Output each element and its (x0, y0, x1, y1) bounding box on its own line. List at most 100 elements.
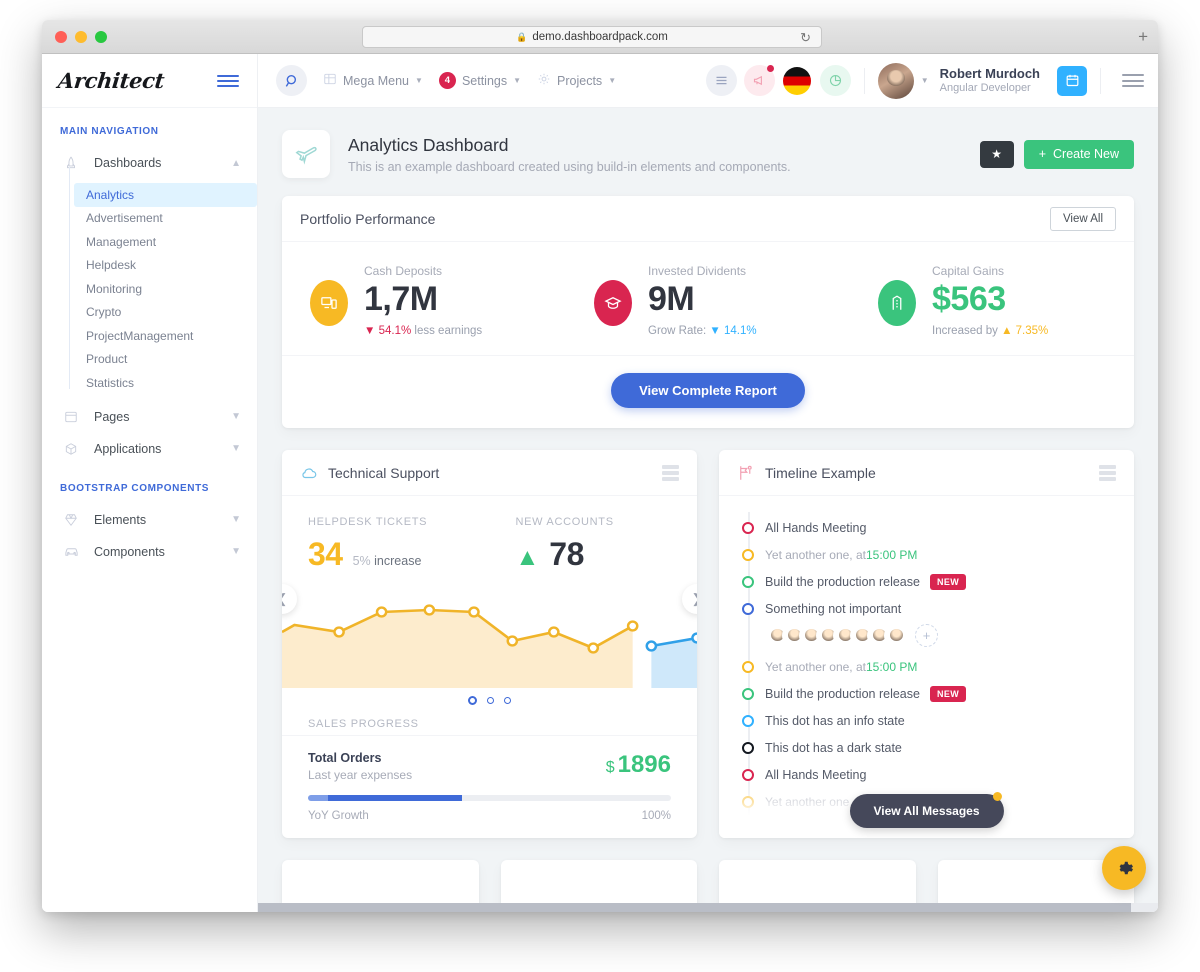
total-orders-footer: Total Orders Last year expenses $1896 Yo… (282, 735, 697, 838)
pie-chart-icon[interactable] (819, 65, 851, 96)
reload-icon[interactable]: ↻ (800, 30, 811, 46)
sidebar-item-analytics[interactable]: Analytics (74, 183, 257, 207)
sidebar-item-components[interactable]: Components ▼ (42, 536, 257, 568)
avatar[interactable] (877, 62, 914, 99)
timeline-text: This dot has an info state (765, 713, 905, 728)
sidebar-item-helpdesk[interactable]: Helpdesk (74, 254, 257, 278)
box-icon (64, 442, 86, 456)
sidebar-item-pages[interactable]: Pages ▼ (42, 401, 257, 433)
metric-value: 1,7M (364, 280, 438, 318)
diamond-icon (64, 513, 86, 527)
list-menu-icon[interactable] (662, 464, 679, 481)
sidebar-item-product[interactable]: Product (74, 348, 257, 372)
timeline-item[interactable]: All Hands Meeting (719, 514, 1134, 541)
search-icon[interactable] (276, 65, 307, 96)
progress-fill-dark (327, 795, 463, 802)
app-logo: Architect (56, 68, 166, 93)
sidebar-item-statistics[interactable]: Statistics (74, 371, 257, 395)
carousel-dot-2[interactable] (487, 697, 494, 705)
portfolio-performance-card: Portfolio Performance View All Cash Depo… (282, 196, 1134, 429)
plus-icon[interactable]: + (915, 624, 938, 648)
carousel-indicators[interactable] (282, 696, 697, 706)
timeline-title: Timeline Example (765, 464, 876, 481)
horizontal-scrollbar[interactable] (258, 903, 1158, 912)
create-new-label: Create New (1053, 147, 1119, 161)
sidebar-item-projectmanagement[interactable]: ProjectManagement (74, 324, 257, 348)
metric-label: Invested Dividents (648, 264, 747, 278)
gear-icon[interactable] (1102, 846, 1146, 890)
settings-menu-button[interactable]: 4 Settings ▼ (438, 72, 522, 89)
create-new-button[interactable]: + Create New (1023, 139, 1134, 169)
bottom-cards-row: $874 $1283 $1286 (258, 838, 1158, 912)
orders-title: Total Orders (308, 751, 382, 766)
avatar[interactable] (884, 624, 907, 648)
chevron-up-icon: ▲ (231, 157, 241, 169)
technical-support-body: ❮ ❯ HELPDESK TICKETS 34 5% incr (282, 496, 697, 735)
star-icon[interactable]: ★ (979, 140, 1014, 168)
metric-foot: Grow Rate: ▼ 14.1% (648, 325, 757, 337)
sidebar-item-advertisement[interactable]: Advertisement (74, 207, 257, 231)
sidebar-item-crypto[interactable]: Crypto (74, 301, 257, 325)
sidebar-item-applications[interactable]: Applications ▼ (42, 433, 257, 465)
timeline-item[interactable]: Something not important (719, 595, 1134, 622)
timeline-icon (737, 464, 755, 482)
timeline-item[interactable]: Yet another one, at 15:00 PM (719, 541, 1134, 568)
carousel-dot-3[interactable] (504, 697, 511, 705)
metric-arrow: ▲ (1001, 325, 1013, 338)
timeline-item[interactable]: This dot has an info state (719, 707, 1134, 734)
new-tab-button[interactable]: + (1138, 28, 1148, 45)
topbar-menu-button[interactable] (1122, 74, 1144, 87)
sidebar-item-dashboards[interactable]: Dashboards ▲ (42, 147, 257, 179)
flag-germany-icon[interactable] (782, 65, 813, 96)
list-icon[interactable] (705, 65, 737, 96)
technical-support-title: Technical Support (328, 464, 440, 481)
orders-text: Total Orders Last year expenses (308, 751, 412, 782)
page-title-block: Analytics Dashboard This is an example d… (348, 135, 791, 174)
metric-label: Capital Gains (932, 264, 1005, 278)
metric-pct: 14.1% (723, 325, 757, 338)
sidebar-item-elements[interactable]: Elements ▼ (42, 504, 257, 536)
sidebar-toggle-button[interactable] (217, 74, 239, 87)
timeline-avatar-group[interactable]: + (719, 622, 1134, 653)
close-window-button[interactable] (55, 30, 67, 43)
list-menu-icon[interactable] (1099, 464, 1116, 481)
view-all-button[interactable]: View All (1049, 206, 1116, 231)
timeline-card: Timeline Example All Hands Meeting Yet a… (719, 450, 1134, 839)
sidebar-item-monitoring[interactable]: Monitoring (74, 277, 257, 301)
carousel-dot-1[interactable] (468, 696, 477, 706)
timeline-item[interactable]: This dot has a dark state (719, 734, 1134, 761)
megaphone-icon[interactable] (743, 65, 775, 96)
chevron-down-icon: ▼ (513, 76, 522, 85)
car-icon (64, 544, 86, 559)
address-bar[interactable]: 🔒 demo.dashboardpack.com ↻ (362, 26, 822, 48)
card-header: Timeline Example (719, 450, 1134, 497)
projects-menu-button[interactable]: Projects ▼ (537, 72, 616, 89)
chevron-down-icon: ▼ (231, 546, 241, 557)
divider (1100, 67, 1101, 94)
timeline-dot (742, 768, 754, 781)
timeline-item[interactable]: Build the production release NEW (719, 568, 1134, 595)
minimize-window-button[interactable] (75, 30, 87, 43)
timeline-text: Yet another one, at (765, 547, 866, 562)
timeline-dot (742, 714, 754, 727)
window-controls[interactable] (55, 30, 107, 43)
stat-value: 34 (308, 536, 343, 573)
calendar-icon[interactable] (1057, 65, 1087, 96)
orders-value: 1896 (617, 751, 671, 779)
stat-arrow: ▲ (515, 544, 540, 572)
stat-new-accounts: NEW ACCOUNTS ▲ 78 (490, 516, 698, 573)
timeline-item[interactable]: Yet another one, at 15:00 PM (719, 653, 1134, 680)
page-subtitle: This is an example dashboard created usi… (348, 159, 791, 174)
mega-menu-button[interactable]: Mega Menu ▼ (323, 72, 423, 89)
view-all-messages-button[interactable]: View All Messages (849, 792, 1004, 829)
technical-support-card: Technical Support ❮ ❯ HELPDESK TICKETS 3 (282, 450, 697, 839)
timeline-badge: NEW (929, 573, 967, 590)
view-complete-report-button[interactable]: View Complete Report (611, 373, 805, 409)
scrollbar-thumb[interactable] (258, 903, 1131, 912)
url-text: demo.dashboardpack.com (532, 31, 668, 43)
chevron-down-icon[interactable]: ▼ (921, 76, 929, 85)
sidebar-item-management[interactable]: Management (74, 230, 257, 254)
maximize-window-button[interactable] (95, 30, 107, 43)
timeline-item[interactable]: Build the production release NEW (719, 680, 1134, 707)
projects-menu-label: Projects (557, 73, 603, 88)
